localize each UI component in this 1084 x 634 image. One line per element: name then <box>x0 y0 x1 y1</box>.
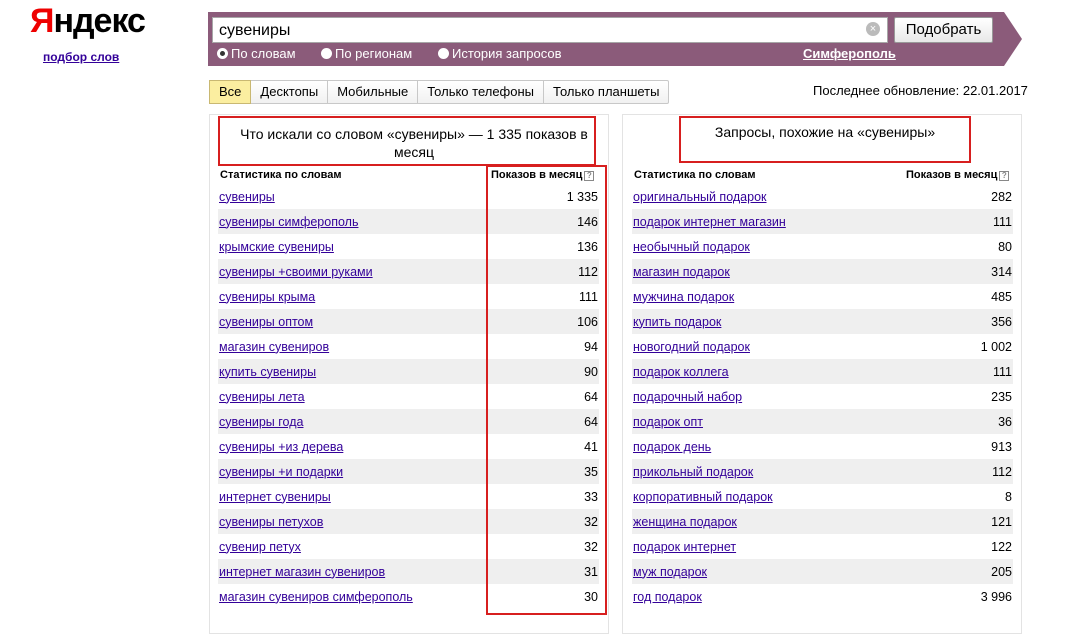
keyword-link[interactable]: сувениры +и подарки <box>219 465 343 479</box>
impressions-count: 314 <box>991 264 1012 279</box>
help-icon[interactable]: ? <box>999 171 1010 181</box>
right-col-count: Показов в месяц? <box>906 169 1010 181</box>
search-panel-arrow <box>1004 12 1022 66</box>
table-row: год подарок 3 996 <box>632 584 1013 609</box>
option-history[interactable]: История запросов <box>438 46 562 61</box>
table-row: магазин подарок 314 <box>632 259 1013 284</box>
impressions-count: 8 <box>1005 489 1012 504</box>
impressions-count: 121 <box>991 514 1012 529</box>
keyword-link[interactable]: сувениры +своими руками <box>219 265 373 279</box>
device-tabs: Все Десктопы Мобильные Только телефоны Т… <box>209 80 670 104</box>
keyword-link[interactable]: сувенир петух <box>219 540 301 554</box>
left-col-keyword: Статистика по словам <box>220 169 342 181</box>
keyword-link[interactable]: прикольный подарок <box>633 465 753 479</box>
tab-desktops[interactable]: Десктопы <box>251 81 329 103</box>
impressions-count: 485 <box>991 289 1012 304</box>
keyword-link[interactable]: подарок интернет <box>633 540 736 554</box>
right-col-keyword: Статистика по словам <box>634 169 756 181</box>
table-row: купить подарок 356 <box>632 309 1013 334</box>
keyword-link[interactable]: мужчина подарок <box>633 290 734 304</box>
keyword-link[interactable]: сувениры оптом <box>219 315 313 329</box>
keyword-link[interactable]: год подарок <box>633 590 702 604</box>
search-input[interactable]: сувениры <box>212 17 888 43</box>
keyword-link[interactable]: подарок интернет магазин <box>633 215 786 229</box>
keyword-link[interactable]: подарок опт <box>633 415 703 429</box>
yandex-logo[interactable]: Яндекс <box>30 2 146 41</box>
keyword-link[interactable]: подарок коллега <box>633 365 729 379</box>
similar-title-highlight <box>679 116 971 163</box>
impressions-count: 356 <box>991 314 1012 329</box>
radio-icon <box>321 48 332 59</box>
table-row: подарок коллега 111 <box>632 359 1013 384</box>
tab-tablets[interactable]: Только планшеты <box>544 81 668 103</box>
table-row: женщина подарок 121 <box>632 509 1013 534</box>
submit-button[interactable]: Подобрать <box>894 17 993 43</box>
impressions-count: 235 <box>991 389 1012 404</box>
table-row: подарок интернет 122 <box>632 534 1013 559</box>
table-row: необычный подарок 80 <box>632 234 1013 259</box>
keyword-link[interactable]: купить сувениры <box>219 365 316 379</box>
table-row: мужчина подарок 485 <box>632 284 1013 309</box>
impressions-count: 282 <box>991 189 1012 204</box>
table-row: корпоративный подарок 8 <box>632 484 1013 509</box>
impressions-count: 111 <box>992 214 1012 229</box>
keyword-link[interactable]: сувениры +из дерева <box>219 440 343 454</box>
table-row: прикольный подарок 112 <box>632 459 1013 484</box>
keyword-link[interactable]: подарочный набор <box>633 390 742 404</box>
table-row: подарочный набор 235 <box>632 384 1013 409</box>
keyword-link[interactable]: сувениры крыма <box>219 290 315 304</box>
keyword-link[interactable]: муж подарок <box>633 565 707 579</box>
keyword-link[interactable]: подарок день <box>633 440 711 454</box>
count-column-highlight <box>486 165 607 615</box>
impressions-count: 122 <box>991 539 1012 554</box>
impressions-count: 913 <box>991 439 1012 454</box>
tab-mobile[interactable]: Мобильные <box>328 81 419 103</box>
right-table: оригинальный подарок 282 подарок интернет … <box>632 184 1013 609</box>
table-row: подарок день 913 <box>632 434 1013 459</box>
impressions-count: 3 996 <box>980 589 1012 604</box>
wordstat-link[interactable]: подбор слов <box>43 50 119 64</box>
impressions-count: 112 <box>992 464 1012 479</box>
clear-icon[interactable]: × <box>866 22 880 36</box>
keyword-link[interactable]: сувениры симферополь <box>219 215 358 229</box>
keyword-link[interactable]: новогодний подарок <box>633 340 750 354</box>
keyword-link[interactable]: магазин сувениров <box>219 340 329 354</box>
title-highlight <box>218 116 596 166</box>
keyword-link[interactable]: сувениры <box>219 190 275 204</box>
table-row: муж подарок 205 <box>632 559 1013 584</box>
keyword-link[interactable]: необычный подарок <box>633 240 750 254</box>
radio-selected-icon <box>217 48 228 59</box>
option-by-regions[interactable]: По регионам <box>321 46 412 61</box>
keyword-link[interactable]: сувениры года <box>219 415 303 429</box>
keyword-link[interactable]: интернет магазин сувениров <box>219 565 385 579</box>
impressions-count: 205 <box>991 564 1012 579</box>
keyword-link[interactable]: корпоративный подарок <box>633 490 773 504</box>
option-by-words[interactable]: По словам <box>217 46 296 61</box>
table-row: оригинальный подарок 282 <box>632 184 1013 209</box>
keyword-link[interactable]: магазин подарок <box>633 265 730 279</box>
region-link[interactable]: Симферополь <box>803 46 896 61</box>
table-row: подарок опт 36 <box>632 409 1013 434</box>
keyword-link[interactable]: сувениры лета <box>219 390 305 404</box>
keyword-link[interactable]: купить подарок <box>633 315 721 329</box>
last-update: Последнее обновление: 22.01.2017 <box>813 83 1028 98</box>
impressions-count: 111 <box>992 364 1012 379</box>
tab-all[interactable]: Все <box>209 80 252 104</box>
impressions-count: 80 <box>998 239 1012 254</box>
keyword-link[interactable]: интернет сувениры <box>219 490 331 504</box>
impressions-count: 36 <box>998 414 1012 429</box>
table-row: новогодний подарок 1 002 <box>632 334 1013 359</box>
radio-icon <box>438 48 449 59</box>
keyword-link[interactable]: магазин сувениров симферополь <box>219 590 413 604</box>
table-row: подарок интернет магазин 111 <box>632 209 1013 234</box>
keyword-link[interactable]: женщина подарок <box>633 515 737 529</box>
keyword-link[interactable]: крымские сувениры <box>219 240 334 254</box>
keyword-link[interactable]: сувениры петухов <box>219 515 323 529</box>
tab-phones[interactable]: Только телефоны <box>418 81 545 103</box>
impressions-count: 1 002 <box>980 339 1012 354</box>
keyword-link[interactable]: оригинальный подарок <box>633 190 767 204</box>
